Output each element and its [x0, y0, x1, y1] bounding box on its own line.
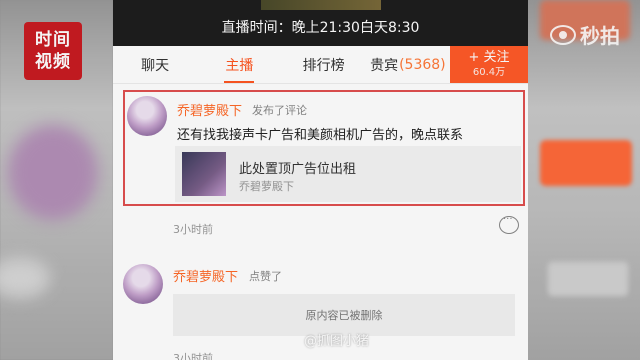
background-blur-button: [540, 140, 632, 186]
watermark-top-right: 秒拍: [550, 20, 620, 49]
nickname[interactable]: 乔碧萝殿下: [173, 266, 238, 285]
follower-count: 60.4万: [472, 66, 506, 78]
feed-item-highlighted: 乔碧萝殿下 发布了评论 还有找我接声卡广告和美颜相机广告的，晚点联系 此处置顶广…: [123, 90, 525, 206]
tab-anchor[interactable]: 主播: [197, 46, 281, 83]
tab-vip[interactable]: 贵宾 (5368): [366, 46, 450, 83]
tab-vip-count: (5368): [399, 56, 446, 73]
card-thumbnail: [182, 152, 226, 196]
watermark-top-text: 秒拍: [580, 24, 620, 48]
miaopai-eye-icon: [550, 24, 576, 45]
action-text: 发布了评论: [252, 104, 307, 117]
comment-icon[interactable]: [499, 214, 519, 234]
tab-chat-label: 聊天: [141, 57, 170, 74]
avatar[interactable]: [127, 96, 167, 136]
shared-card[interactable]: 此处置顶广告位出租 乔碧萝殿下: [175, 146, 521, 202]
background-blur-avatar: [8, 125, 98, 220]
background-blur-shape-right: [548, 262, 628, 296]
nickname[interactable]: 乔碧萝殿下: [177, 100, 242, 119]
comment-text: 还有找我接声卡广告和美颜相机广告的，晚点联系: [177, 128, 464, 143]
tab-bar: 聊天 主播 排行榜 贵宾 (5368) + 关注 60.4万: [113, 46, 528, 84]
timestamp: 3小时前: [173, 352, 213, 360]
action-text: 点赞了: [249, 270, 282, 283]
tab-ranking[interactable]: 排行榜: [282, 46, 366, 83]
phone-screen: 直播时间：晚上21:30白天8:30 聊天 主播 排行榜 贵宾 (5368) + …: [113, 0, 528, 360]
news-logo: 时间 视频: [24, 22, 82, 80]
video-bar[interactable]: 直播时间：晚上21:30白天8:30: [113, 0, 528, 46]
video-thumbnail: [260, 0, 381, 10]
follow-label: + 关注: [468, 49, 510, 65]
watermark-bottom: @抓图小猪: [304, 330, 369, 349]
follow-button[interactable]: + 关注 60.4万: [450, 46, 528, 83]
avatar[interactable]: [123, 264, 163, 304]
tab-chat[interactable]: 聊天: [113, 46, 197, 83]
tab-anchor-label: 主播: [225, 57, 254, 74]
tab-ranking-label: 排行榜: [302, 57, 345, 74]
timestamp: 3小时前: [173, 223, 213, 236]
tab-vip-label: 贵宾: [370, 57, 399, 74]
card-author: 乔碧萝殿下: [239, 180, 294, 193]
logo-line1: 时间: [35, 30, 71, 50]
card-title: 此处置顶广告位出租: [239, 162, 357, 177]
logo-line2: 视频: [35, 52, 71, 72]
watermark-bottom-text: @抓图小猪: [304, 334, 370, 349]
live-schedule-text: 直播时间：晚上21:30白天8:30: [221, 20, 420, 36]
